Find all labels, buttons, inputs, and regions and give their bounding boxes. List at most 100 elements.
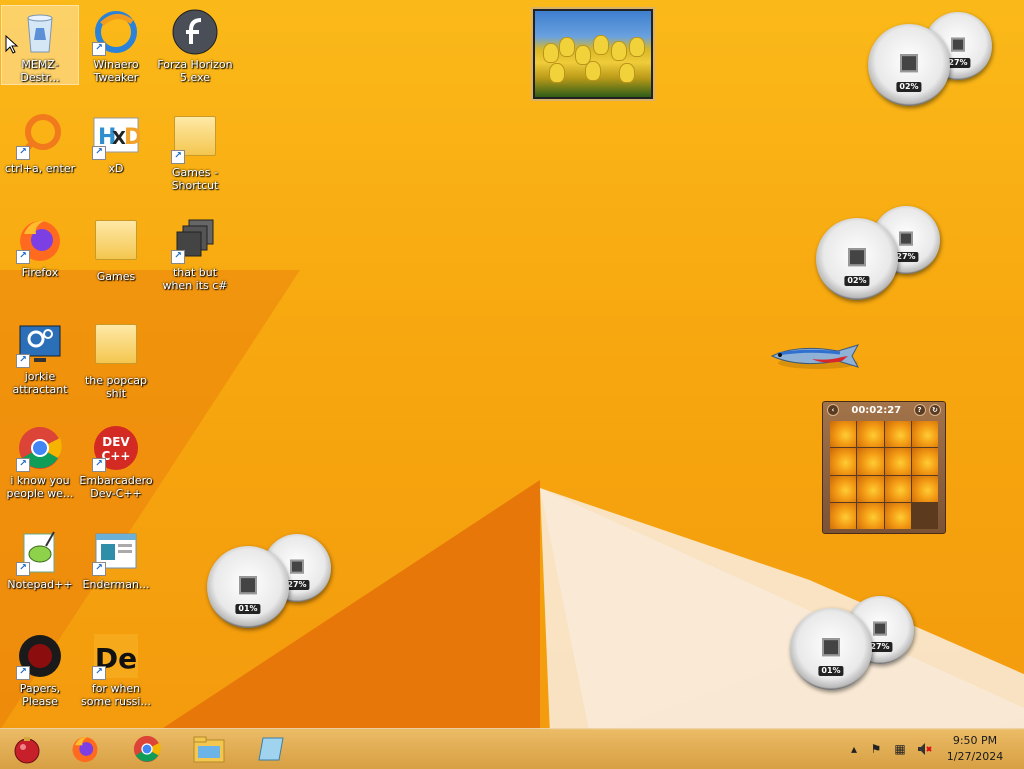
desktop-icon-jorkie-attractant[interactable]: ↗ jorkie attractant — [2, 318, 78, 396]
desktop-icon-firefox[interactable]: ↗ Firefox — [2, 214, 78, 279]
aquarium-fish-gadget[interactable] — [768, 341, 866, 371]
taskbar-clock[interactable]: 9:50 PM 1/27/2024 — [940, 733, 1010, 765]
folder-icon — [193, 736, 225, 763]
puzzle-tile[interactable] — [857, 448, 884, 475]
puzzle-tile[interactable] — [884, 475, 911, 502]
help-icon[interactable]: ? — [913, 404, 926, 416]
de-app-icon: De ↗ — [92, 632, 140, 680]
desktop-icon-label: Embarcadero Dev-C++ — [79, 474, 153, 500]
cpu-readout: 02% — [896, 82, 922, 92]
picture-puzzle-gadget[interactable]: ‹ 00:02:27 ? ↻ — [822, 401, 946, 534]
puzzle-tile[interactable] — [830, 421, 857, 448]
cpu-meter-gadget[interactable]: 27% 01% — [790, 596, 915, 691]
clock-date: 1/27/2024 — [946, 750, 1004, 763]
start-orb-icon — [14, 737, 40, 764]
puzzle-empty-slot — [911, 502, 938, 529]
shuffle-icon[interactable]: ↻ — [928, 404, 941, 416]
folder-icon: ↗ — [171, 116, 219, 164]
shortcut-arrow-icon: ↗ — [171, 250, 185, 264]
volume-muted-icon[interactable] — [916, 741, 932, 757]
puzzle-tile[interactable] — [857, 421, 884, 448]
desktop-icon-label: Papers, Please — [19, 682, 61, 708]
desktop-icon-label: i know you people we... — [6, 474, 74, 500]
desktop-icon-xd[interactable]: H X D ↗ xD — [78, 110, 154, 175]
puzzle-tile[interactable] — [857, 502, 884, 529]
notepad-icon — [258, 737, 284, 761]
recycle-bin-icon — [16, 8, 64, 56]
desktop-icon-i-know-you[interactable]: ↗ i know you people we... — [2, 422, 78, 500]
winaero-tweaker-icon: ↗ — [92, 8, 140, 56]
desktop-icon-label: ctrl+a, enter — [4, 162, 76, 175]
desktop-icon-label: for when some russi... — [81, 682, 151, 708]
shortcut-arrow-icon: ↗ — [92, 562, 106, 576]
wallpaper-shape — [540, 488, 1024, 730]
taskbar-notepad-button[interactable] — [248, 731, 294, 767]
tulip-photo — [535, 11, 651, 97]
taskbar-firefox-button[interactable] — [62, 731, 108, 767]
shortcut-arrow-icon: ↗ — [16, 354, 30, 368]
start-button[interactable] — [4, 731, 50, 767]
cpu-dial: 02% — [868, 24, 950, 106]
puzzle-tile[interactable] — [911, 475, 938, 502]
desktop-icon-label: the popcap shit — [84, 374, 147, 400]
desktop-icon-papers-please[interactable]: ↗ Papers, Please — [2, 630, 78, 708]
shortcut-arrow-icon: ↗ — [16, 562, 30, 576]
taskbar: ▴ ⚑ ▦ 9:50 PM 1/27/2024 — [0, 728, 1024, 769]
puzzle-tile[interactable] — [857, 475, 884, 502]
cpu-readout: 01% — [818, 666, 844, 676]
puzzle-tile[interactable] — [830, 448, 857, 475]
desktop-icon-label: Forza Horizon 5.exe — [157, 58, 233, 84]
cpu-meter-gadget[interactable]: 27% 02% — [816, 206, 941, 301]
puzzle-tile[interactable] — [884, 448, 911, 475]
cpu-dial: 02% — [816, 218, 898, 300]
chrome-icon — [133, 735, 161, 763]
puzzle-tile[interactable] — [830, 502, 857, 529]
puzzle-tile[interactable] — [884, 421, 911, 448]
cpu-meter-gadget[interactable]: 27% 02% — [868, 12, 993, 107]
puzzle-tile[interactable] — [884, 502, 911, 529]
svg-text:D: D — [124, 125, 140, 150]
show-hidden-icons-chevron[interactable]: ▴ — [846, 741, 862, 757]
network-icon[interactable]: ▦ — [892, 741, 908, 757]
stacked-windows-icon: ↗ — [171, 216, 219, 264]
window-icon: ↗ — [92, 528, 140, 576]
hxd-icon: H X D ↗ — [92, 112, 142, 160]
desktop-icon-label: Enderman... — [82, 578, 150, 591]
clock-time: 9:50 PM — [952, 734, 998, 747]
shortcut-arrow-icon: ↗ — [92, 42, 106, 56]
desktop-icon-label: Firefox — [21, 266, 59, 279]
shortcut-arrow-icon: ↗ — [16, 458, 30, 472]
desktop-icon-label: Notepad++ — [7, 578, 73, 591]
puzzle-tile[interactable] — [911, 448, 938, 475]
desktop-icon-games-shortcut[interactable]: ↗ Games - Shortcut — [157, 110, 233, 192]
desktop-icon-label: MEMZ-Destr... — [20, 58, 60, 84]
desktop-icon-the-popcap[interactable]: the popcap shit — [78, 318, 154, 400]
desktop-icon-label: Games - Shortcut — [171, 166, 219, 192]
taskbar-chrome-button[interactable] — [124, 731, 170, 767]
desktop-icon-for-when-russi[interactable]: De ↗ for when some russi... — [78, 630, 154, 708]
desktop-icon-that-but-csharp[interactable]: ↗ that but when its c# — [157, 214, 233, 292]
desktop-icon-dev-cpp[interactable]: DEV C++ ↗ Embarcadero Dev-C++ — [78, 422, 154, 500]
desktop-icon-enderman[interactable]: ↗ Enderman... — [78, 526, 154, 591]
desktop-icon-label: Games — [96, 270, 136, 283]
cpu-meter-gadget[interactable]: 27% 01% — [207, 534, 332, 629]
desktop-icon-ctrl-a-enter[interactable]: ↗ ctrl+a, enter — [2, 110, 78, 175]
desktop-icon-label: that but when its c# — [162, 266, 228, 292]
show-picture-icon[interactable]: ‹ — [827, 404, 839, 416]
puzzle-tile[interactable] — [830, 475, 857, 502]
shortcut-arrow-icon: ↗ — [16, 146, 30, 160]
desktop-icon-forza-horizon[interactable]: Forza Horizon 5.exe — [157, 6, 233, 84]
puzzle-tile[interactable] — [911, 421, 938, 448]
desktop-icon-winaero-tweaker[interactable]: ↗ Winaero Tweaker — [78, 6, 154, 84]
puzzle-timer: 00:02:27 — [851, 404, 902, 416]
slideshow-gadget[interactable] — [531, 7, 655, 101]
flash-icon — [171, 8, 219, 56]
desktop-icon-games[interactable]: Games — [78, 214, 154, 283]
mouse-cursor-icon — [5, 35, 19, 54]
taskbar-file-explorer-button[interactable] — [186, 731, 232, 767]
notepad-plus-plus-icon: ↗ — [16, 528, 64, 576]
puzzle-grid[interactable] — [830, 421, 938, 529]
desktop-icon-notepad-plus-plus[interactable]: ↗ Notepad++ — [2, 526, 78, 591]
action-center-flag-icon[interactable]: ⚑ — [868, 741, 884, 757]
desktop-icon-label: xD — [108, 162, 124, 175]
